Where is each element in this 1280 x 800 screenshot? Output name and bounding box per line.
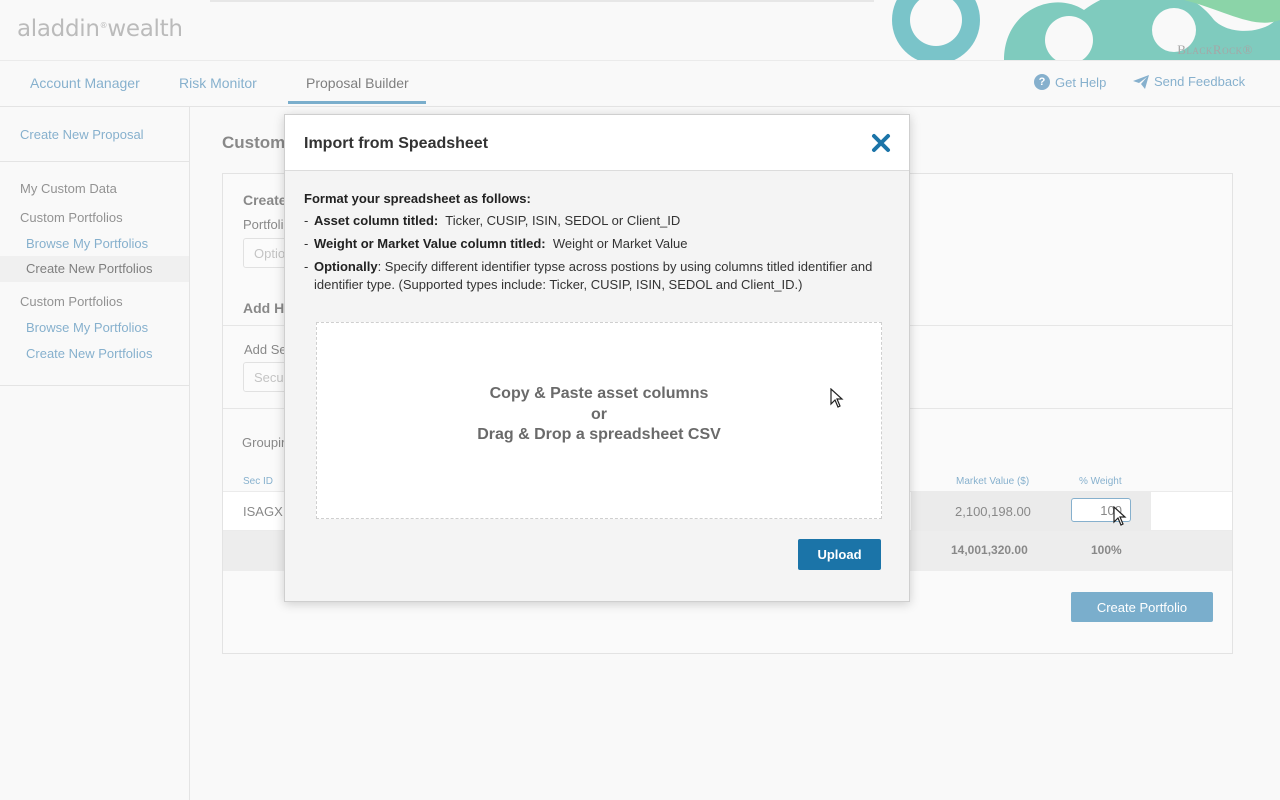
mouse-pointer-icon xyxy=(830,388,844,408)
import-spreadsheet-dialog: Import from Speadsheet Format your sprea… xyxy=(284,114,910,602)
paste-drop-zone[interactable]: Copy & Paste asset columns or Drag & Dro… xyxy=(316,322,882,519)
close-icon[interactable] xyxy=(869,131,893,155)
dialog-title: Import from Speadsheet xyxy=(304,135,489,152)
mouse-pointer-icon xyxy=(1113,506,1127,526)
dialog-header: Import from Speadsheet xyxy=(285,115,909,171)
instructions-title: Format your spreadsheet as follows: xyxy=(304,191,531,206)
drop-zone-line-paste: Copy & Paste asset columns xyxy=(489,385,709,402)
drop-zone-line-or: or xyxy=(591,406,607,423)
upload-button[interactable]: Upload xyxy=(798,539,881,570)
instruction-optional-identifiers: - Optionally: Specify different identifi… xyxy=(304,259,873,292)
instruction-asset-column: - Asset column titled: Ticker, CUSIP, IS… xyxy=(304,213,681,228)
instruction-weight-column: - Weight or Market Value column titled: … xyxy=(304,236,688,251)
drop-zone-line-drag: Drag & Drop a spreadsheet CSV xyxy=(477,426,721,443)
